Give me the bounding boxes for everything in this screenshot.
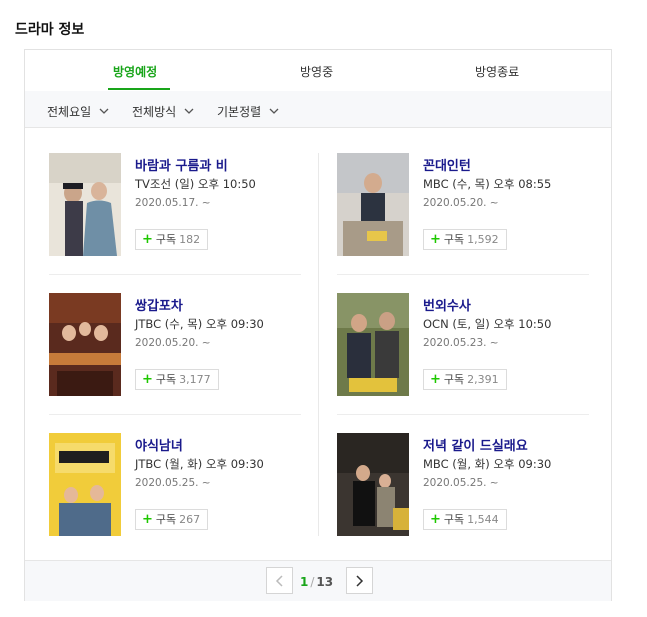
page-separator: / xyxy=(310,575,315,589)
chevron-down-icon xyxy=(269,108,279,114)
subscribe-label: 구독 xyxy=(155,513,177,526)
subscribe-label: 구독 xyxy=(443,373,465,386)
tab-airing[interactable]: 방영중 xyxy=(300,63,333,80)
plus-icon: + xyxy=(430,372,441,387)
subscribe-button[interactable]: + 구독 1,544 xyxy=(423,509,507,530)
subscribe-button[interactable]: + 구독 267 xyxy=(135,509,209,530)
tab-ended[interactable]: 방영종료 xyxy=(475,63,519,80)
tab-bar: 방영예정 방영중 방영종료 xyxy=(25,50,611,92)
plus-icon: + xyxy=(142,232,153,247)
drama-schedule: JTBC (월, 화) 오후 09:30 xyxy=(135,457,264,471)
drama-schedule: TV조선 (일) 오후 10:50 xyxy=(135,177,256,191)
drama-card: 야식남녀 JTBC (월, 화) 오후 09:30 2020.05.25. ~ … xyxy=(49,433,302,537)
drama-schedule: OCN (토, 일) 오후 10:50 xyxy=(423,317,552,331)
drama-schedule: MBC (수, 목) 오후 08:55 xyxy=(423,177,552,191)
drama-card: 번외수사 OCN (토, 일) 오후 10:50 2020.05.23. ~ +… xyxy=(337,293,590,397)
prev-page-button[interactable] xyxy=(266,567,293,594)
chevron-down-icon xyxy=(184,108,194,114)
drama-start-date: 2020.05.20. ~ xyxy=(135,337,211,349)
subscribe-label: 구독 xyxy=(443,233,465,246)
tab-upcoming[interactable]: 방영예정 xyxy=(113,63,157,80)
chevron-right-icon xyxy=(356,575,364,587)
drama-poster[interactable] xyxy=(49,433,121,536)
column-divider xyxy=(318,153,319,536)
row-separator xyxy=(337,274,589,275)
row-separator xyxy=(49,414,301,415)
subscribe-button[interactable]: + 구독 3,177 xyxy=(135,369,219,390)
drama-start-date: 2020.05.17. ~ xyxy=(135,197,211,209)
filter-day-label: 전체요일 xyxy=(47,105,92,119)
drama-schedule: MBC (월, 화) 오후 09:30 xyxy=(423,457,552,471)
drama-title-link[interactable]: 저녁 같이 드실래요 xyxy=(423,435,528,454)
subscribe-button[interactable]: + 구독 1,592 xyxy=(423,229,507,250)
page-indicator: 1/13 xyxy=(300,575,333,589)
drama-info-panel: 방영예정 방영중 방영종료 전체요일 전체방식 기본정렬 바람과 구름과 비 T… xyxy=(24,49,612,601)
drama-card: 바람과 구름과 비 TV조선 (일) 오후 10:50 2020.05.17. … xyxy=(49,153,302,257)
filter-sort-label: 기본정렬 xyxy=(217,105,262,119)
filter-bar: 전체요일 전체방식 기본정렬 xyxy=(25,91,611,128)
drama-schedule: JTBC (수, 목) 오후 09:30 xyxy=(135,317,264,331)
drama-poster[interactable] xyxy=(49,293,121,396)
subscribe-label: 구독 xyxy=(155,233,177,246)
drama-start-date: 2020.05.25. ~ xyxy=(135,477,211,489)
subscriber-count: 182 xyxy=(179,233,201,246)
chevron-left-icon xyxy=(275,575,283,587)
subscribe-button[interactable]: + 구독 2,391 xyxy=(423,369,507,390)
current-page: 1 xyxy=(300,575,309,589)
drama-card: 쌍갑포차 JTBC (수, 목) 오후 09:30 2020.05.20. ~ … xyxy=(49,293,302,397)
subscriber-count: 1,544 xyxy=(467,513,499,526)
subscribe-label: 구독 xyxy=(443,513,465,526)
drama-start-date: 2020.05.25. ~ xyxy=(423,477,499,489)
subscriber-count: 1,592 xyxy=(467,233,499,246)
next-page-button[interactable] xyxy=(346,567,373,594)
drama-poster[interactable] xyxy=(337,293,409,396)
row-separator xyxy=(49,274,301,275)
subscriber-count: 267 xyxy=(179,513,201,526)
drama-title-link[interactable]: 꼰대인턴 xyxy=(423,155,471,174)
plus-icon: + xyxy=(142,512,153,527)
drama-card: 꼰대인턴 MBC (수, 목) 오후 08:55 2020.05.20. ~ +… xyxy=(337,153,590,257)
row-separator xyxy=(337,414,589,415)
subscriber-count: 3,177 xyxy=(179,373,211,386)
chevron-down-icon xyxy=(99,108,109,114)
drama-card: 저녁 같이 드실래요 MBC (월, 화) 오후 09:30 2020.05.2… xyxy=(337,433,590,537)
filter-method-dropdown[interactable]: 전체방식 xyxy=(132,103,194,120)
total-pages: 13 xyxy=(316,575,334,589)
filter-day-dropdown[interactable]: 전체요일 xyxy=(47,103,109,120)
filter-method-label: 전체방식 xyxy=(132,105,177,119)
drama-title-link[interactable]: 쌍갑포차 xyxy=(135,295,183,314)
subscribe-label: 구독 xyxy=(155,373,177,386)
drama-start-date: 2020.05.23. ~ xyxy=(423,337,499,349)
plus-icon: + xyxy=(430,232,441,247)
pagination-bar: 1/13 xyxy=(25,560,611,601)
active-tab-indicator xyxy=(108,88,170,90)
drama-title-link[interactable]: 바람과 구름과 비 xyxy=(135,155,228,174)
drama-poster[interactable] xyxy=(337,433,409,536)
drama-poster[interactable] xyxy=(337,153,409,256)
subscribe-button[interactable]: + 구독 182 xyxy=(135,229,209,250)
drama-start-date: 2020.05.20. ~ xyxy=(423,197,499,209)
page-title: 드라마 정보 xyxy=(15,22,85,38)
drama-title-link[interactable]: 번외수사 xyxy=(423,295,471,314)
drama-poster[interactable] xyxy=(49,153,121,256)
plus-icon: + xyxy=(142,372,153,387)
plus-icon: + xyxy=(430,512,441,527)
filter-sort-dropdown[interactable]: 기본정렬 xyxy=(217,103,279,120)
subscriber-count: 2,391 xyxy=(467,373,499,386)
drama-title-link[interactable]: 야식남녀 xyxy=(135,435,183,454)
